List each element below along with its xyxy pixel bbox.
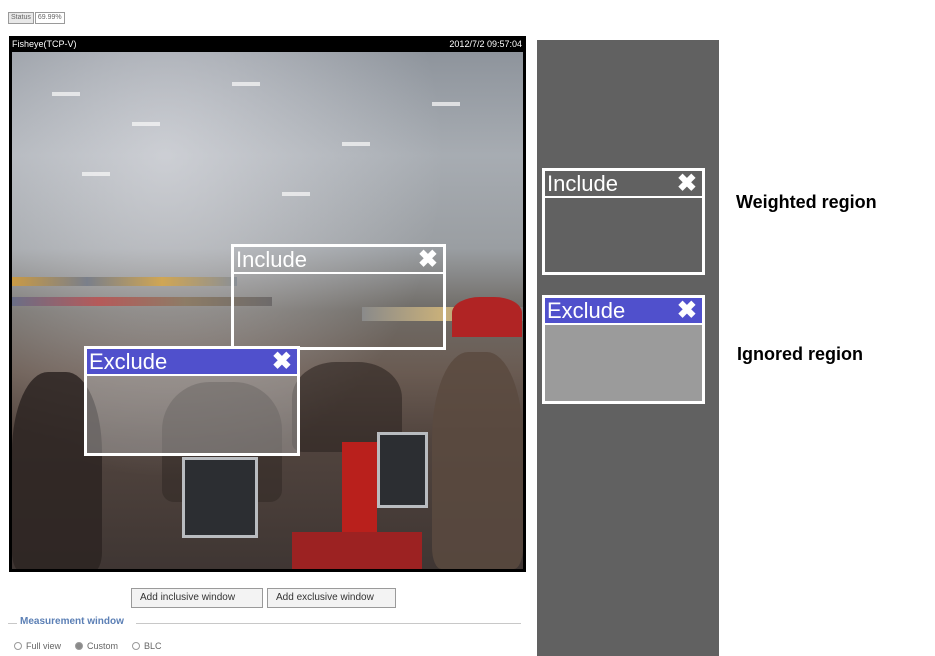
video-title: Fisheye(TCP-V)	[12, 39, 77, 49]
video-timestamp: 2012/7/2 09:57:04	[449, 39, 522, 49]
exclude-window-label: Exclude	[89, 349, 168, 374]
include-window-label: Include	[236, 247, 307, 272]
store-banner	[452, 297, 522, 337]
radio-label: Full view	[26, 641, 62, 651]
radio-blc[interactable]: BLC	[132, 641, 162, 651]
legend-include-body	[545, 198, 702, 272]
status-tab[interactable]: Status	[8, 12, 34, 24]
status-percentage: 69.99%	[34, 12, 65, 24]
checkout-monitor	[182, 457, 258, 538]
checkout-counter	[342, 442, 377, 532]
legend-exclude-label: Exclude	[547, 298, 626, 323]
weighted-region-label: Weighted region	[736, 192, 877, 212]
close-icon: ✖	[676, 297, 697, 324]
ceiling-light	[132, 122, 160, 126]
legend-exclude-sample: Exclude ✖	[542, 295, 705, 404]
close-icon: ✖	[676, 170, 697, 197]
legend-include-header: Include ✖	[545, 171, 702, 198]
shopper	[432, 352, 523, 569]
ceiling-light	[232, 82, 260, 86]
legend-exclude-header: Exclude ✖	[545, 298, 702, 325]
store-shelf	[12, 277, 237, 286]
ceiling-light	[342, 142, 370, 146]
measurement-radio-group: Full view Custom BLC	[14, 641, 176, 651]
status-tabs: Status 69.99%	[8, 12, 66, 24]
close-icon[interactable]: ✖	[272, 349, 292, 374]
radio-button[interactable]	[75, 642, 84, 650]
checkout-counter	[292, 532, 422, 569]
radio-custom[interactable]: Custom	[75, 641, 118, 651]
exclude-window-overlay[interactable]: Exclude ✖	[84, 346, 300, 456]
legend-include-sample: Include ✖	[542, 168, 705, 275]
ceiling-light	[282, 192, 310, 196]
divider	[8, 623, 17, 624]
legend-exclude-body	[545, 325, 702, 401]
include-window-overlay[interactable]: Include ✖	[231, 244, 446, 350]
add-inclusive-window-button[interactable]: Add inclusive window	[131, 588, 263, 608]
radio-full-view[interactable]: Full view	[14, 641, 61, 651]
checkout-monitor	[377, 432, 428, 508]
exclude-window-body[interactable]	[87, 376, 297, 453]
add-exclusive-window-button[interactable]: Add exclusive window	[267, 588, 396, 608]
ceiling-light	[52, 92, 80, 96]
radio-button[interactable]	[132, 642, 141, 650]
include-window-body[interactable]	[234, 274, 443, 347]
legend-include-label: Include	[547, 171, 618, 196]
radio-label: BLC	[144, 641, 162, 651]
radio-button[interactable]	[14, 642, 22, 650]
measurement-window-title: Measurement window	[20, 616, 124, 627]
include-window-header[interactable]: Include ✖	[234, 247, 443, 274]
exclude-window-header[interactable]: Exclude ✖	[87, 349, 297, 376]
ignored-region-label: Ignored region	[737, 344, 863, 364]
radio-label: Custom	[87, 641, 119, 651]
video-titlebar: Fisheye(TCP-V) 2012/7/2 09:57:04	[9, 36, 526, 52]
close-icon[interactable]: ✖	[418, 247, 438, 272]
ceiling-light	[432, 102, 460, 106]
ceiling-light	[82, 172, 110, 176]
divider	[136, 623, 521, 624]
